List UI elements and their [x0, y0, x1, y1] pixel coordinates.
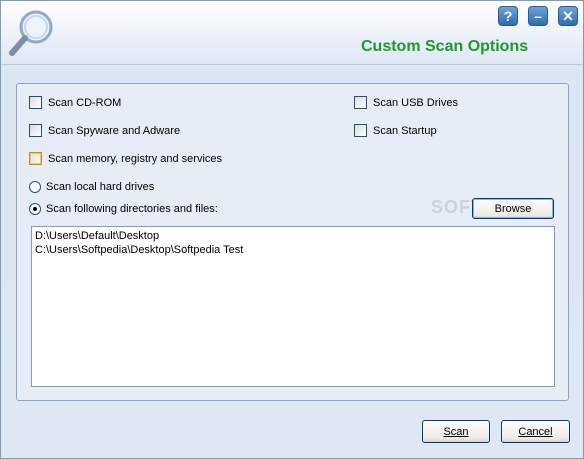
path-list-item[interactable]: C:\Users\Softpedia\Desktop\Softpedia Tes… — [35, 243, 551, 257]
minimize-icon: – — [534, 8, 542, 24]
cancel-button-label: Cancel — [518, 425, 553, 438]
scan-following-option[interactable]: Scan following directories and files: — [29, 203, 218, 215]
scan-cdrom-label: Scan CD-ROM — [48, 96, 122, 109]
help-button[interactable]: ? — [498, 6, 518, 26]
scan-cdrom-option[interactable]: Scan CD-ROM — [29, 96, 121, 109]
magnifier-logo-icon — [9, 10, 53, 56]
paths-listbox[interactable]: D:\Users\Default\Desktop C:\Users\Softpe… — [31, 226, 555, 387]
help-icon: ? — [503, 8, 513, 24]
scan-startup-checkbox[interactable] — [354, 124, 367, 137]
scan-local-drives-label: Scan local hard drives — [46, 181, 155, 193]
scan-spyware-checkbox[interactable] — [29, 124, 42, 137]
scan-memory-option[interactable]: Scan memory, registry and services — [29, 152, 222, 165]
scan-memory-checkbox[interactable] — [29, 152, 42, 165]
scan-spyware-option[interactable]: Scan Spyware and Adware — [29, 124, 180, 137]
scan-usb-checkbox[interactable] — [354, 96, 367, 109]
scan-following-label: Scan following directories and files: — [46, 203, 218, 215]
minimize-button[interactable]: – — [528, 6, 548, 26]
scan-usb-option[interactable]: Scan USB Drives — [354, 96, 458, 109]
header-divider — [1, 64, 583, 65]
page-title: Custom Scan Options — [361, 38, 529, 55]
scan-cdrom-checkbox[interactable] — [29, 96, 42, 109]
scan-local-drives-option[interactable]: Scan local hard drives — [29, 181, 154, 193]
scan-button[interactable]: Scan — [422, 420, 490, 443]
scan-usb-label: Scan USB Drives — [373, 96, 458, 109]
scan-button-label: Scan — [443, 425, 469, 438]
scan-memory-label: Scan memory, registry and services — [48, 152, 223, 165]
browse-button-label: Browse — [494, 202, 532, 215]
path-list-item[interactable]: D:\Users\Default\Desktop — [35, 229, 551, 243]
scan-local-drives-radio[interactable] — [29, 181, 41, 193]
close-icon: ✕ — [562, 7, 574, 24]
scan-spyware-label: Scan Spyware and Adware — [48, 124, 181, 137]
cancel-button[interactable]: Cancel — [501, 420, 570, 443]
custom-scan-window: Custom Scan Options ? – ✕ Scan CD-ROM Sc… — [0, 0, 584, 459]
browse-button[interactable]: Browse — [472, 198, 554, 219]
scan-following-radio[interactable] — [29, 203, 41, 215]
scan-startup-option[interactable]: Scan Startup — [354, 124, 437, 137]
scan-startup-label: Scan Startup — [373, 124, 437, 137]
radio-selected-dot — [33, 207, 37, 211]
close-button[interactable]: ✕ — [558, 6, 578, 26]
